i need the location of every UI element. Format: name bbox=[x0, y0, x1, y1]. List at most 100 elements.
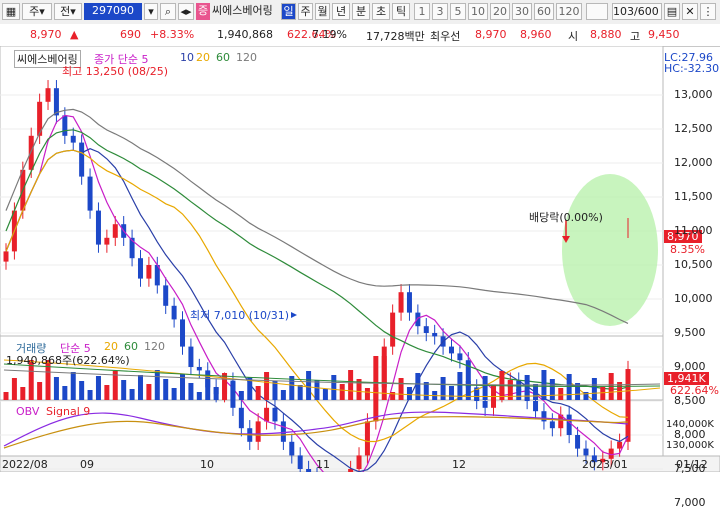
candle-body bbox=[255, 421, 261, 442]
crosshair-icon[interactable]: ✕ bbox=[682, 3, 698, 20]
volume-bar bbox=[348, 370, 354, 400]
high-label: 고 bbox=[630, 30, 641, 43]
date-tick: 12 bbox=[452, 458, 466, 471]
settings-icon[interactable]: ▤ bbox=[664, 3, 680, 20]
candle-body bbox=[3, 251, 9, 262]
volume-bar bbox=[322, 389, 328, 400]
candle-body bbox=[566, 414, 572, 435]
change-arrow: ▲ bbox=[70, 28, 79, 41]
legend-ma120: 120 bbox=[236, 51, 257, 64]
min-3[interactable]: 3 bbox=[432, 3, 448, 20]
price-tick: 8,000 bbox=[674, 428, 706, 441]
legend-ma20: 20 bbox=[196, 51, 210, 64]
candle-body bbox=[398, 292, 404, 313]
volume-bar bbox=[364, 388, 370, 400]
candle-body bbox=[457, 353, 463, 361]
volume-bar bbox=[230, 382, 236, 400]
open-price: 8,880 bbox=[590, 28, 622, 41]
volume-bar bbox=[474, 390, 480, 400]
obv-tick-130: 130,000K bbox=[666, 440, 714, 451]
type-selector[interactable]: 주▾ bbox=[22, 3, 52, 20]
min-20[interactable]: 20 bbox=[490, 3, 510, 20]
volume-bar bbox=[331, 375, 337, 400]
code-input[interactable]: 297090 bbox=[84, 3, 142, 20]
period-tick[interactable]: 틱 bbox=[392, 3, 410, 20]
period-day[interactable]: 일 bbox=[281, 3, 296, 20]
volume-bar bbox=[448, 386, 454, 400]
quote-bar: 8,970 ▲ 690 +8.33% 1,940,868 622.64% 7.1… bbox=[0, 24, 720, 47]
candle-body bbox=[188, 346, 194, 367]
ask-price: 8,970 bbox=[475, 28, 507, 41]
search-icon[interactable]: ⌕ bbox=[160, 3, 176, 20]
stock-name: 씨에스베어링 bbox=[212, 4, 273, 17]
period-week[interactable]: 주 bbox=[298, 3, 313, 20]
toolbar: ▦ 주▾ 전▾ 297090 ▾ ⌕ ◂▸ 증 씨에스베어링 일 주 월 년 분… bbox=[0, 0, 720, 25]
volume-bar bbox=[575, 383, 581, 400]
min-1[interactable]: 1 bbox=[414, 3, 430, 20]
interval-input[interactable] bbox=[586, 3, 608, 20]
candle-body bbox=[432, 333, 438, 337]
high-note: 최고 13,250 (08/25) bbox=[62, 65, 169, 78]
period-year[interactable]: 년 bbox=[332, 3, 350, 20]
current-price: 8,970 bbox=[30, 28, 62, 41]
min-60[interactable]: 60 bbox=[534, 3, 554, 20]
candle-body bbox=[70, 135, 76, 143]
volume-bar bbox=[339, 384, 345, 400]
volume-bar bbox=[280, 390, 286, 400]
volume-bar bbox=[129, 389, 135, 400]
volume-bar bbox=[222, 373, 228, 400]
price-tick: 12,000 bbox=[674, 156, 713, 169]
volume-bar bbox=[137, 375, 143, 400]
volume-bar bbox=[406, 387, 412, 400]
candle-body bbox=[280, 421, 286, 442]
price-tick: 7,000 bbox=[674, 496, 706, 509]
candle-body bbox=[617, 441, 623, 449]
volume-bar bbox=[79, 381, 85, 400]
volume-bar bbox=[238, 391, 244, 400]
price-tick: 10,000 bbox=[674, 292, 713, 305]
market-selector[interactable]: 전▾ bbox=[54, 3, 82, 20]
min-10[interactable]: 10 bbox=[468, 3, 488, 20]
candle-body bbox=[448, 346, 454, 354]
turnover: 7.19% bbox=[312, 28, 347, 41]
code-dropdown-icon[interactable]: ▾ bbox=[144, 3, 158, 20]
period-month[interactable]: 월 bbox=[315, 3, 330, 20]
candle-body bbox=[180, 319, 186, 347]
volume-bar bbox=[516, 389, 522, 400]
price-tick: 9,000 bbox=[674, 360, 706, 373]
candle-body bbox=[28, 135, 34, 170]
volume-bar bbox=[53, 377, 59, 400]
layout-grid-icon[interactable]: ▦ bbox=[2, 3, 20, 20]
menu-icon[interactable]: ⋮ bbox=[700, 3, 716, 20]
margin-badge: 증 bbox=[196, 3, 210, 20]
min-30[interactable]: 30 bbox=[512, 3, 532, 20]
price-tick: 9,500 bbox=[674, 326, 706, 339]
volume-bar bbox=[465, 381, 471, 400]
volume-bar bbox=[87, 390, 93, 400]
volume-value: 1,940,868주(622.64%) bbox=[6, 354, 130, 367]
candle-body bbox=[62, 115, 68, 136]
period-minute[interactable]: 분 bbox=[352, 3, 370, 20]
volume-bar bbox=[264, 372, 270, 400]
count-input[interactable]: 103/600 bbox=[612, 3, 662, 20]
stock-chart[interactable] bbox=[0, 46, 720, 472]
candle-body bbox=[112, 224, 118, 238]
candle-body bbox=[533, 401, 539, 412]
volume-bar bbox=[188, 383, 194, 400]
price-pct-tag: 8.35% bbox=[670, 243, 705, 256]
nav-arrows-icon[interactable]: ◂▸ bbox=[178, 3, 194, 20]
volume-bar bbox=[398, 378, 404, 400]
volume-bar bbox=[70, 372, 76, 400]
candle-body bbox=[87, 176, 93, 211]
period-second[interactable]: 초 bbox=[372, 3, 390, 20]
min-5[interactable]: 5 bbox=[450, 3, 466, 20]
trade-amount: 17,728백만 bbox=[366, 30, 425, 43]
candle-body bbox=[137, 258, 143, 279]
min-120[interactable]: 120 bbox=[556, 3, 582, 20]
obv-panel bbox=[0, 399, 664, 457]
candle-body bbox=[53, 88, 59, 116]
best-label: 최우선 bbox=[430, 30, 461, 43]
volume-value: 1,940,868 bbox=[217, 28, 273, 41]
volume-bar bbox=[146, 384, 152, 400]
candle-body bbox=[272, 407, 278, 422]
